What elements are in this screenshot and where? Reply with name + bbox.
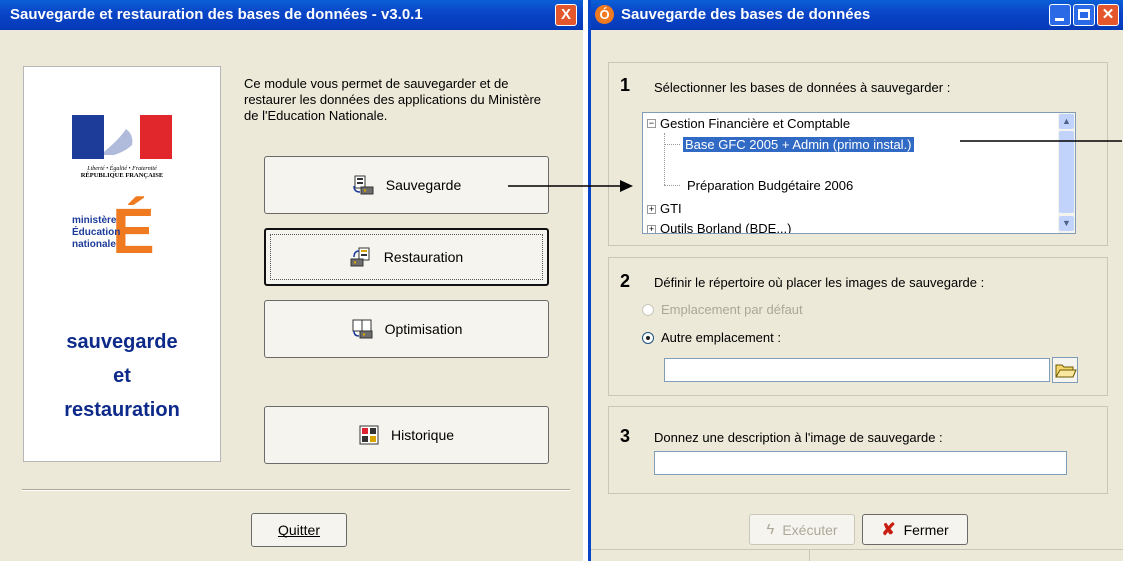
annotation-arrows: [508, 140, 1122, 192]
arrow-head-icon: [620, 180, 633, 192]
